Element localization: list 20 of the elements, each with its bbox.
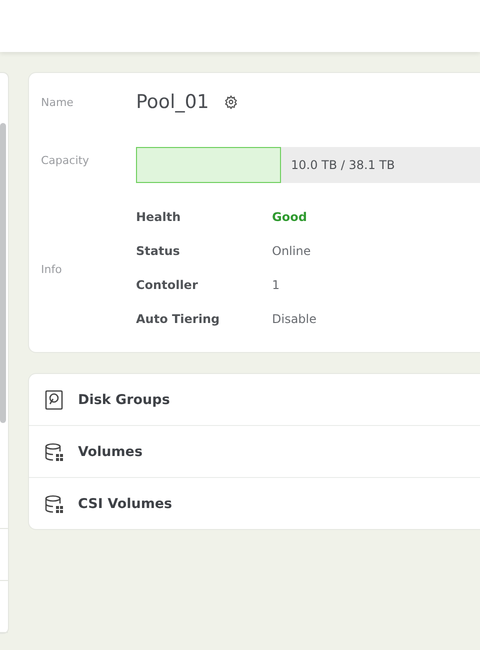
scrollbar[interactable] <box>0 123 6 423</box>
info-key: Auto Tiering <box>136 312 272 326</box>
info-value: Disable <box>272 312 318 326</box>
info-key: Status <box>136 244 272 258</box>
field-label: Name <box>41 96 74 108</box>
database-icon <box>45 442 63 460</box>
field-label: Capacity <box>41 154 90 166</box>
section-item[interactable]: CSI Volumes <box>29 477 480 529</box>
field-label: Info <box>41 263 63 276</box>
section-item[interactable]: Volumes <box>29 425 480 477</box>
info-key: Contoller <box>136 278 272 292</box>
info-value: Good <box>272 210 308 224</box>
info-value: 1 <box>272 278 281 292</box>
section-item[interactable]: Disk Groups <box>29 374 480 425</box>
info-key: Health <box>136 210 272 224</box>
pool-name: Pool_01 <box>136 91 209 113</box>
settings-icon[interactable] <box>224 95 238 109</box>
info-value: Online <box>272 244 312 258</box>
database-icon <box>45 494 63 512</box>
capacity-text: 10.0 TB / 38.1 TB <box>291 158 395 172</box>
